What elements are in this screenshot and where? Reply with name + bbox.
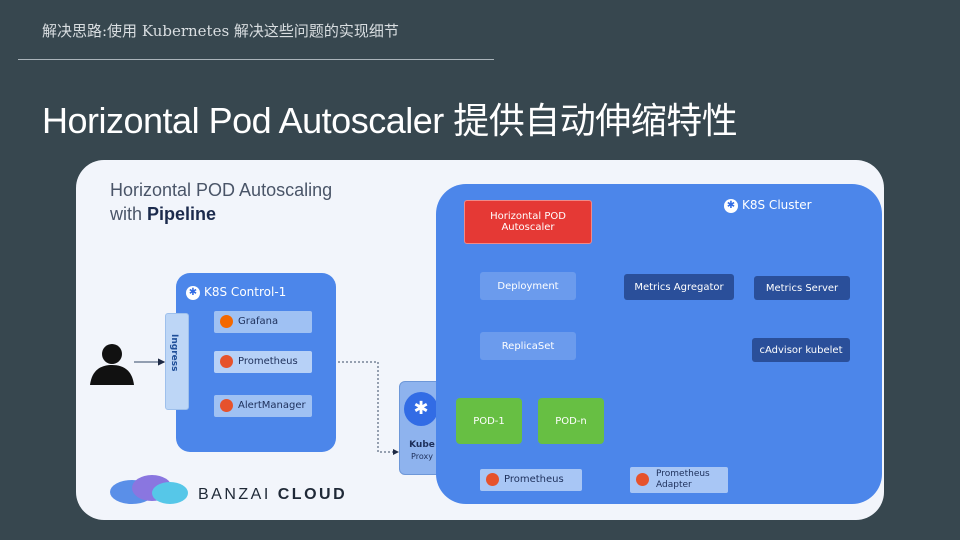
cadvisor-box: cAdvisor kubelet [752, 338, 850, 362]
kubernetes-helm-icon: ✱ [186, 285, 200, 300]
replicaset-box: ReplicaSet [480, 332, 576, 360]
alertmanager-service: AlertManager [214, 395, 312, 417]
user-icon [90, 344, 134, 385]
ingress-label: Ingress [169, 334, 179, 372]
divider [18, 59, 494, 60]
kubernetes-helm-icon: ✱ [724, 198, 738, 213]
kubernetes-helm-icon: ✱ [404, 392, 438, 426]
prometheus-icon [636, 473, 649, 486]
podn-box: POD-n [538, 398, 604, 444]
slide-title: Horizontal Pod Autoscaler 提供自动伸缩特性 [42, 100, 738, 141]
cluster-label: K8S Cluster [742, 198, 812, 212]
grafana-service: Grafana [214, 311, 312, 333]
prometheus-icon [220, 399, 233, 412]
diagram-panel: Horizontal POD Autoscaling with Pipeline [76, 160, 884, 520]
slide-subtitle: 解决思路:使用 Kubernetes 解决这些问题的实现细节 [42, 22, 399, 40]
hpa-line2: Autoscaler [501, 222, 555, 233]
prometheus-service: Prometheus [214, 351, 312, 373]
adapter-line1: Prometheus [656, 469, 710, 479]
logo-word1: BANZAI [198, 486, 271, 503]
hpa-line1: Horizontal POD [490, 211, 566, 222]
grafana-icon [220, 315, 233, 328]
deployment-box: Deployment [480, 272, 576, 300]
prometheus-label: Prometheus [238, 356, 298, 367]
metrics-server-box: Metrics Server [754, 276, 850, 300]
banzai-cloud-logo [110, 475, 188, 504]
logo-text: BANZAI CLOUD [198, 486, 347, 504]
grafana-label: Grafana [238, 316, 279, 327]
prometheus-bottom-label: Prometheus [504, 474, 564, 485]
control-plane-label: K8S Control-1 [204, 285, 287, 299]
hpa-box: Horizontal POD Autoscaler [464, 200, 592, 244]
control-plane-header: ✱ K8S Control-1 [186, 285, 286, 300]
logo-word2: CLOUD [277, 486, 348, 503]
pod1-box: POD-1 [456, 398, 522, 444]
prometheus-icon [220, 355, 233, 368]
alertmanager-label: AlertManager [238, 400, 306, 411]
adapter-line2: Adapter [656, 480, 692, 490]
cluster-header: ✱ K8S Cluster [724, 198, 812, 213]
prometheus-bottom: Prometheus [480, 469, 582, 491]
prometheus-icon [486, 473, 499, 486]
metrics-aggregator-box: Metrics Agregator [624, 274, 734, 300]
prometheus-adapter: Prometheus Adapter [630, 467, 728, 493]
ingress-box: Ingress [165, 313, 189, 410]
